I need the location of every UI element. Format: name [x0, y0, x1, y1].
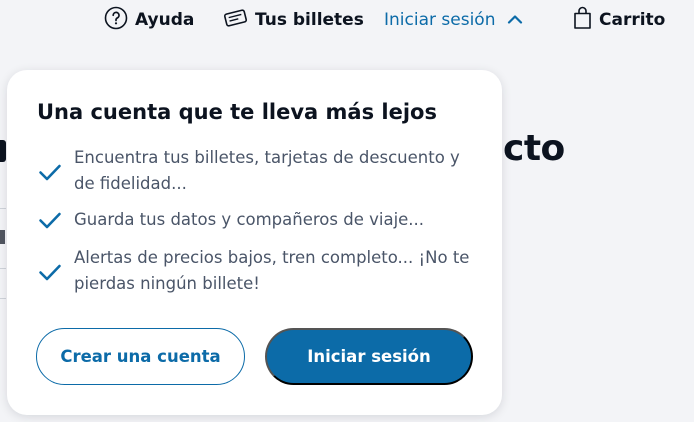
background-divider [0, 298, 6, 299]
benefit-text: Encuentra tus billetes, tarjetas de desc… [74, 148, 460, 193]
benefit-item: Guarda tus datos y compañeros de viaje..… [37, 207, 487, 233]
nav-login-toggle[interactable]: Iniciar sesión [384, 8, 523, 32]
check-icon [37, 207, 63, 233]
benefit-text: Guarda tus datos y compañeros de viaje..… [74, 210, 425, 229]
benefit-text: Alertas de precios bajos, tren completo.… [74, 248, 470, 293]
nav-cart-link[interactable]: Carrito [573, 6, 666, 35]
check-icon [37, 159, 63, 185]
create-account-button[interactable]: Crear una cuenta [36, 328, 245, 385]
login-dropdown-panel: Una cuenta que te lleva más lejos Encuen… [7, 70, 502, 415]
chevron-up-icon [507, 10, 523, 30]
panel-title: Una cuenta que te lleva más lejos [37, 100, 437, 124]
benefit-item: Alertas de precios bajos, tren completo.… [37, 245, 487, 297]
top-nav: Ayuda Tus billetes Iniciar sesión Carrit… [0, 0, 694, 40]
background-divider [0, 208, 6, 209]
nav-tickets-link[interactable]: Tus billetes [223, 8, 364, 32]
nav-help-link[interactable]: Ayuda [104, 6, 195, 35]
shopping-bag-icon [573, 6, 592, 35]
nav-cart-label: Carrito [599, 10, 666, 30]
question-circle-icon [104, 6, 128, 35]
background-heading: cto [503, 128, 565, 169]
login-button[interactable]: Iniciar sesión [265, 328, 473, 385]
background-text-fragment-left [0, 230, 5, 244]
nav-help-label: Ayuda [135, 10, 195, 30]
background-heading-fragment-left [0, 140, 6, 162]
benefit-item: Encuentra tus billetes, tarjetas de desc… [37, 145, 487, 197]
check-icon [37, 259, 63, 285]
ticket-icon [223, 7, 248, 34]
nav-tickets-label: Tus billetes [255, 10, 364, 30]
background-divider [0, 268, 6, 269]
nav-login-label: Iniciar sesión [384, 10, 496, 30]
